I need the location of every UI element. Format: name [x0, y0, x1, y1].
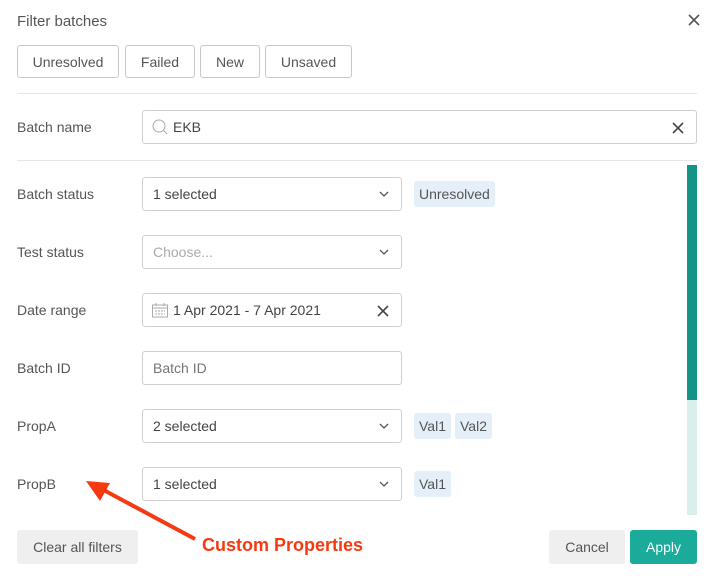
- test-status-select[interactable]: Choose...: [142, 235, 402, 269]
- date-range-label: Date range: [17, 302, 87, 318]
- annotation-arrow-icon: [86, 481, 196, 541]
- close-icon[interactable]: [686, 12, 702, 28]
- chevron-down-icon: [379, 481, 389, 487]
- divider: [17, 93, 697, 94]
- test-status-placeholder: Choose...: [153, 244, 213, 260]
- dialog-title: Filter batches: [17, 13, 108, 30]
- chevron-down-icon: [379, 249, 389, 255]
- annotation-label: Custom Properties: [202, 535, 364, 555]
- calendar-icon: [152, 303, 168, 318]
- quick-filter-unresolved[interactable]: Unresolved: [17, 45, 119, 78]
- prop-a-value: 2 selected: [153, 418, 217, 434]
- chevron-down-icon: [379, 423, 389, 429]
- batch-name-input[interactable]: EKB: [142, 110, 697, 144]
- clear-date-range-icon[interactable]: [377, 305, 389, 317]
- cancel-button[interactable]: Cancel: [549, 530, 625, 564]
- prop-a-label: PropA: [17, 418, 56, 434]
- prop-b-tag: Val1: [414, 471, 451, 497]
- divider: [17, 160, 697, 161]
- batch-status-value: 1 selected: [153, 186, 217, 202]
- chevron-down-icon: [379, 191, 389, 197]
- batch-id-input[interactable]: [142, 351, 402, 385]
- prop-a-select[interactable]: 2 selected: [142, 409, 402, 443]
- prop-a-tag: Val2: [455, 413, 492, 439]
- batch-status-tag: Unresolved: [414, 181, 495, 207]
- clear-batch-name-icon[interactable]: [672, 122, 684, 134]
- quick-filter-unsaved[interactable]: Unsaved: [265, 45, 352, 78]
- date-range-input[interactable]: 1 Apr 2021 - 7 Apr 2021: [142, 293, 402, 327]
- search-icon: [152, 119, 168, 135]
- scrollbar-thumb[interactable]: [687, 165, 697, 400]
- date-range-value: 1 Apr 2021 - 7 Apr 2021: [173, 302, 321, 318]
- batch-status-label: Batch status: [17, 186, 95, 202]
- test-status-label: Test status: [17, 244, 84, 260]
- prop-a-tag: Val1: [414, 413, 451, 439]
- quick-filter-new[interactable]: New: [200, 45, 260, 78]
- apply-button[interactable]: Apply: [630, 530, 697, 564]
- prop-b-label: PropB: [17, 476, 56, 492]
- batch-status-select[interactable]: 1 selected: [142, 177, 402, 211]
- batch-name-value: EKB: [173, 119, 202, 135]
- batch-name-label: Batch name: [17, 119, 92, 135]
- batch-id-label: Batch ID: [17, 360, 71, 376]
- quick-filter-failed[interactable]: Failed: [125, 45, 195, 78]
